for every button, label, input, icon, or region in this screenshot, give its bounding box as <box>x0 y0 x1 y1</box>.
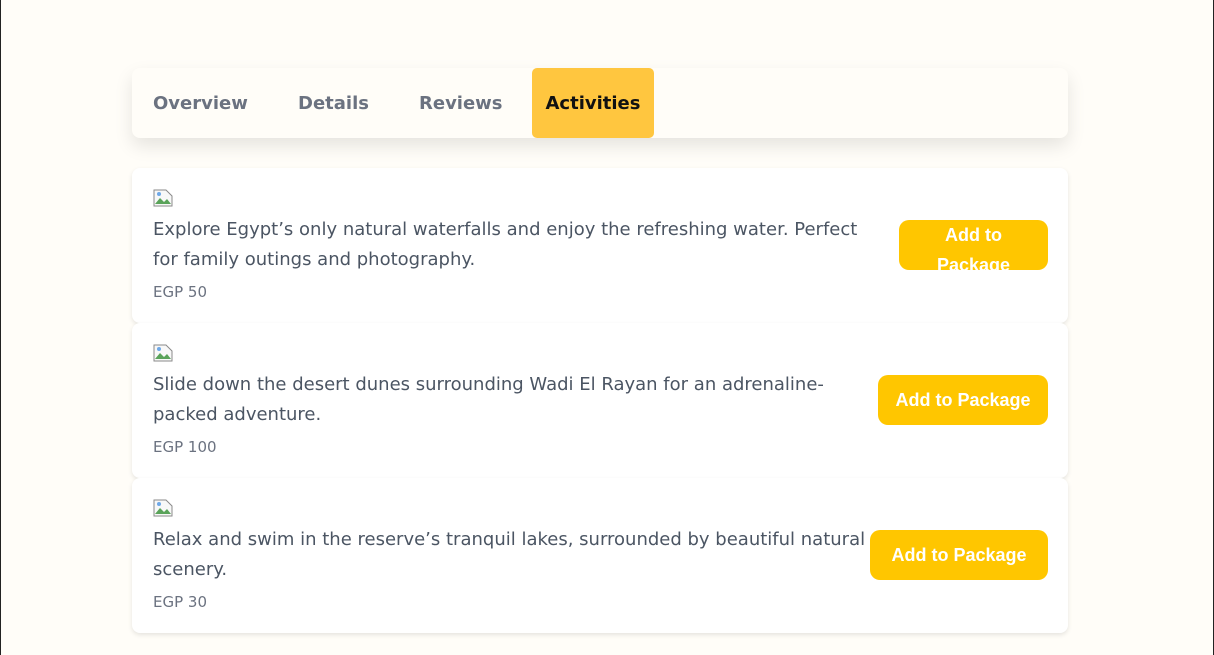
activity-price: EGP 50 <box>153 283 208 301</box>
add-to-package-button[interactable]: Add to Package <box>899 220 1048 270</box>
broken-image-icon <box>153 499 173 517</box>
tab-bar: Overview Details Reviews Activities <box>132 68 1068 138</box>
add-to-package-button[interactable]: Add to Package <box>878 375 1048 425</box>
broken-image-icon <box>153 189 173 207</box>
activity-card: Relax and swim in the reserve’s tranquil… <box>132 478 1068 633</box>
activity-list: Explore Egypt’s only natural waterfalls … <box>132 168 1068 633</box>
activities-section: Overview Details Reviews Activities Expl… <box>132 68 1068 633</box>
add-to-package-button[interactable]: Add to Package <box>870 530 1048 580</box>
broken-image-icon <box>153 344 173 362</box>
activity-description: Explore Egypt’s only natural waterfalls … <box>153 219 858 270</box>
activity-description: Relax and swim in the reserve’s tranquil… <box>153 529 866 580</box>
activity-description: Slide down the desert dunes surrounding … <box>153 374 824 425</box>
tab-overview[interactable]: Overview <box>132 68 259 138</box>
activity-price: EGP 30 <box>153 593 208 611</box>
activity-card: Slide down the desert dunes surrounding … <box>132 323 1068 478</box>
activity-price: EGP 100 <box>153 438 217 456</box>
tab-reviews[interactable]: Reviews <box>392 68 532 138</box>
tab-activities[interactable]: Activities <box>532 68 654 138</box>
activity-card: Explore Egypt’s only natural waterfalls … <box>132 168 1068 323</box>
tab-details[interactable]: Details <box>259 68 392 138</box>
